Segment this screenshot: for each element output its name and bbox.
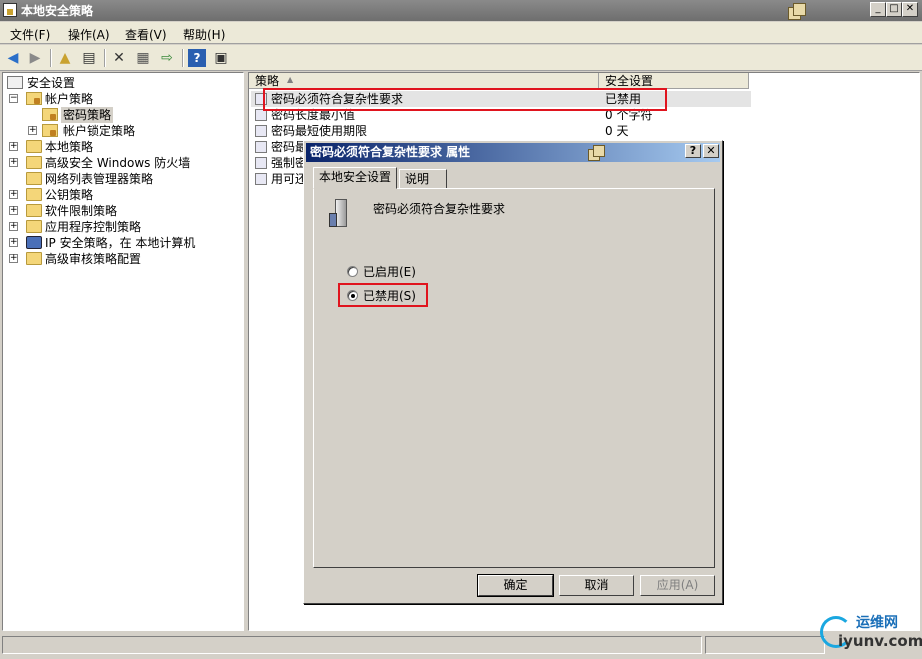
dialog-title-bar: 密码必须符合复杂性要求 属性 [306,143,720,162]
app-icon [3,3,17,17]
radio-enabled-dot [347,266,358,277]
folder-icon [26,204,42,217]
menu-help[interactable]: 帮助(H) [183,26,225,43]
properties-icon[interactable]: ▦ [134,49,152,67]
title-bar: 本地安全策略 [0,0,922,21]
policy-icon [255,125,267,137]
expand-toggle[interactable]: + [9,190,18,199]
status-cell-main [2,636,702,654]
folder-lock-icon [42,108,58,121]
console-icon[interactable]: ▣ [212,49,230,67]
properties-dialog: 密码必须符合复杂性要求 属性 ? ✕ 本地安全设置 说明 密码必须符合复杂性要求… [303,140,723,604]
folder-icon [26,140,42,153]
tree-pane: 安全设置 − 帐户策略 密码策略 + 帐户锁定策略 + 本地策略 + 高级安全 … [2,72,244,631]
policy-icon [255,173,267,185]
server-policy-icon [327,197,355,231]
export-icon[interactable]: ⇨ [158,49,176,67]
column-header-policy[interactable]: 策略 ▲ [249,73,599,89]
annotation-highlight-row [263,88,667,111]
ip-security-icon [26,236,42,249]
policy-row[interactable]: 密码最短使用期限 0 天 [251,123,751,139]
folder-lock-icon [42,124,58,137]
policy-icon [255,157,267,169]
ok-button[interactable]: 确定 [477,574,554,597]
toolbar-separator [50,49,52,67]
apply-button[interactable]: 应用(A) [640,575,715,596]
cancel-button[interactable]: 取消 [559,575,634,596]
dialog-close-button[interactable]: ✕ [703,144,719,158]
folder-lock-icon [26,92,42,105]
expand-toggle[interactable]: + [9,206,18,215]
tab-panel [313,188,715,568]
help-icon[interactable]: ? [188,49,206,67]
expand-toggle[interactable]: + [9,222,18,231]
status-bar [0,634,922,659]
folder-icon [26,220,42,233]
back-icon[interactable]: ◀ [4,49,22,67]
mmc-logo-icon [786,2,808,22]
expand-toggle[interactable]: + [28,126,37,135]
policy-icon [255,141,267,153]
expand-toggle[interactable]: + [9,158,18,167]
mmc-logo-icon [586,144,608,164]
delete-icon[interactable]: ✕ [110,49,128,67]
toolbar-separator [182,49,184,67]
expand-toggle[interactable]: + [9,142,18,151]
show-tree-icon[interactable]: ▤ [80,49,98,67]
up-folder-icon[interactable]: ▲ [56,49,74,67]
maximize-button[interactable]: □ [886,2,902,17]
close-button[interactable]: ✕ [902,2,918,17]
annotation-highlight-radio [338,283,428,307]
minimize-button[interactable]: _ [870,2,886,17]
folder-icon [26,172,42,185]
tree-item-account-policy[interactable]: − 帐户策略 [9,91,239,107]
sort-arrow-icon: ▲ [287,75,294,84]
status-cell-secondary [705,636,825,654]
expand-toggle[interactable]: + [9,254,18,263]
forward-icon[interactable]: ▶ [26,49,44,67]
window-title: 本地安全策略 [21,4,94,18]
tab-explain[interactable]: 说明 [399,169,447,189]
toolbar-separator [104,49,106,67]
menu-view[interactable]: 查看(V) [125,26,167,43]
dialog-help-button[interactable]: ? [685,144,701,158]
dialog-title: 密码必须符合复杂性要求 属性 [310,145,471,159]
folder-icon [26,188,42,201]
folder-icon [26,156,42,169]
watermark: 运维网 iyunv.com [820,610,922,658]
menu-action[interactable]: 操作(A) [68,26,110,43]
tab-local-security-setting[interactable]: 本地安全设置 [313,167,398,189]
collapse-toggle[interactable]: − [9,94,18,103]
policy-name: 密码必须符合复杂性要求 [373,202,506,216]
expand-toggle[interactable]: + [9,238,18,247]
menu-file[interactable]: 文件(F) [10,26,50,43]
column-header-security-setting[interactable]: 安全设置 [599,73,749,89]
security-settings-icon [7,76,23,89]
menu-bar: 文件(F) 操作(A) 查看(V) 帮助(H) [0,22,922,44]
folder-icon [26,252,42,265]
toolbar: ◀ ▶ ▲ ▤ ✕ ▦ ⇨ ? ▣ [0,45,922,71]
